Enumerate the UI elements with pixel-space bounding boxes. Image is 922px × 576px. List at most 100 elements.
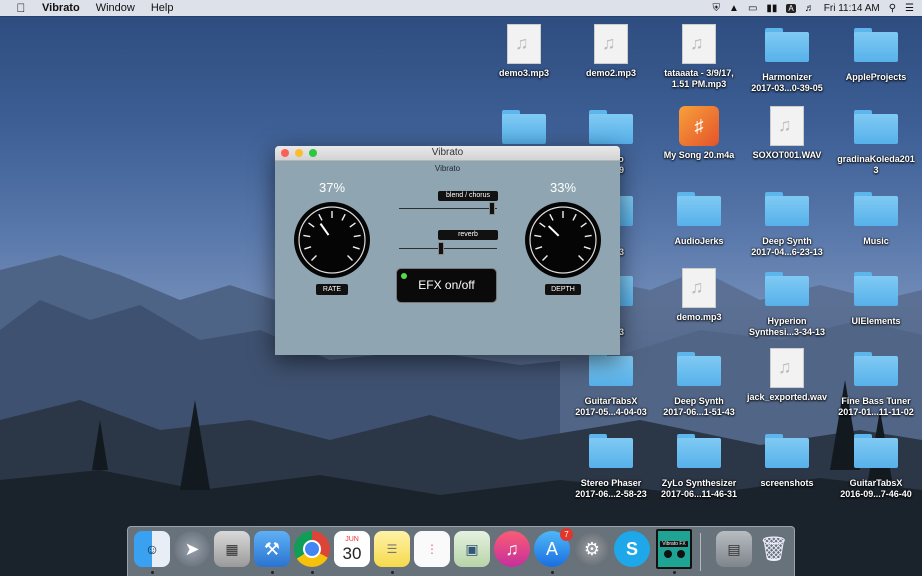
- apple-menu-icon[interactable]: : [14, 1, 28, 15]
- calendar-icon[interactable]: JUN 30: [334, 531, 370, 567]
- chrome-icon[interactable]: [294, 531, 330, 567]
- desktop-icon[interactable]: Music: [830, 188, 922, 247]
- efx-button-label: EFX on/off: [418, 278, 475, 292]
- knob-tick: [580, 222, 587, 228]
- desktop-icon[interactable]: screenshots: [741, 430, 833, 489]
- desktop-icon[interactable]: GuitarTabsX 2017-05...4-04-03: [565, 348, 657, 418]
- vibrato-app-icon[interactable]: Vibrato FX: [656, 529, 692, 569]
- reverb-slider-thumb[interactable]: [437, 242, 444, 255]
- audio-file-icon: ♫: [770, 348, 804, 388]
- airplay-icon[interactable]: ▭: [748, 3, 757, 14]
- desktop-icon-label: Stereo Phaser 2017-06...2-58-23: [575, 478, 647, 499]
- desktop-icon[interactable]: gradinaKoleda201 3: [830, 106, 922, 176]
- reverb-slider[interactable]: [399, 248, 497, 249]
- desktop-icon-label: Music: [863, 236, 889, 246]
- menu-window[interactable]: Window: [96, 2, 135, 14]
- desktop-icon[interactable]: Stereo Phaser 2017-06...2-58-23: [565, 430, 657, 500]
- knob-tick: [349, 222, 356, 228]
- trash-icon[interactable]: 🗑: [756, 531, 792, 567]
- menu-help[interactable]: Help: [151, 2, 174, 14]
- desktop-icon[interactable]: Harmonizer 2017-03...0-39-05: [741, 24, 833, 94]
- calculator-icon[interactable]: ▦: [214, 531, 250, 567]
- folder-icon: [589, 110, 633, 144]
- desktop-icon-label: screenshots: [760, 478, 814, 488]
- desktop-icon-label: GuitarTabsX 2017-05...4-04-03: [575, 396, 647, 417]
- desktop-icon[interactable]: Deep Synth 2017-06...1-51-43: [653, 348, 745, 418]
- folder-icon: [502, 110, 546, 144]
- finder-icon[interactable]: ☺: [134, 531, 170, 567]
- desktop-icon[interactable]: ♫ tataaata - 3/9/17, 1.51 PM.mp3: [653, 24, 745, 90]
- finder-running-dot: [151, 571, 154, 574]
- audio-file-icon: ♫: [682, 268, 716, 308]
- desktop-icon[interactable]: ♫ jack_exported.wav: [741, 348, 833, 403]
- wifi-icon[interactable]: ▲: [729, 3, 739, 14]
- desktop-icon[interactable]: AudioJerks: [653, 188, 745, 247]
- folder-icon: [677, 434, 721, 468]
- calendar-day: 30: [342, 543, 362, 563]
- audio-file-icon: ♫: [770, 106, 804, 146]
- vibrato-window[interactable]: Vibrato Vibrato 37% RATE 33% DEPTH blend…: [275, 146, 620, 355]
- folder-icon: [589, 352, 633, 386]
- desktop-icon[interactable]: ♫ SOXOT001.WAV: [741, 106, 833, 161]
- audio-file-icon: ♫: [507, 24, 541, 64]
- notes-icon[interactable]: ☰: [374, 531, 410, 567]
- desktop-icon[interactable]: Fine Bass Tuner 2017-01...11-11-02: [830, 348, 922, 418]
- desktop-icon-label: demo2.mp3: [585, 68, 636, 78]
- desktop-icon[interactable]: ♫ demo2.mp3: [565, 24, 657, 79]
- desktop-icon[interactable]: GuitarTabsX 2016-09...7-46-40: [830, 430, 922, 500]
- desktop-icon[interactable]: ZyLo Synthesizer 2017-06...11-46-31: [653, 430, 745, 500]
- desktop-icon-label: Hyperion Synthesi...3-34-13: [748, 316, 826, 337]
- zoom-button[interactable]: [309, 149, 317, 157]
- desktop-icon-label: My Song 20.m4a: [663, 150, 735, 160]
- xcode-icon[interactable]: ⚒: [254, 531, 290, 567]
- desktop-icon[interactable]: ♫ demo3.mp3: [478, 24, 570, 79]
- menu-app-name[interactable]: Vibrato: [42, 2, 80, 14]
- system-preferences-icon[interactable]: ⚙: [574, 531, 610, 567]
- window-titlebar[interactable]: Vibrato: [275, 146, 620, 161]
- desktop-icon-label: GuitarTabsX 2016-09...7-46-40: [840, 478, 912, 499]
- shield-icon[interactable]: ⛨: [713, 3, 721, 14]
- audio-file-icon: ♫: [594, 24, 628, 64]
- dock: ☺ ➤ ▦ ⚒ JUN 30 ☰ ⋮ ▣ ♫ A7 ⚙ S Vibrato FX…: [127, 526, 795, 576]
- desktop-icon[interactable]: UIElements: [830, 268, 922, 327]
- minimize-button[interactable]: [295, 149, 303, 157]
- blend-chorus-slider-thumb[interactable]: [489, 202, 496, 215]
- knob-tick: [583, 246, 591, 250]
- downloads-stack-icon[interactable]: ▤: [716, 531, 752, 567]
- rate-knob[interactable]: [294, 202, 370, 278]
- knob-tick: [549, 213, 554, 221]
- desktop-icon[interactable]: Hyperion Synthesi...3-34-13: [741, 268, 833, 338]
- sound-icon[interactable]: ♬: [805, 3, 815, 14]
- skype-icon[interactable]: S: [614, 531, 650, 567]
- dock-separator: [700, 533, 701, 571]
- reverb-label: reverb: [438, 230, 498, 240]
- menu-bar:  Vibrato Window Help ⛨ ▲ ▭ ▮▮ A ♬ Fri 1…: [0, 0, 922, 16]
- app-store-icon[interactable]: A7: [534, 528, 573, 567]
- xcode-running-dot: [271, 571, 274, 574]
- knob-tick: [539, 222, 546, 228]
- itunes-icon[interactable]: ♫: [494, 531, 530, 567]
- spotlight-search-icon[interactable]: ⚲: [889, 3, 896, 14]
- desktop-icon-label: Harmonizer 2017-03...0-39-05: [751, 72, 823, 93]
- desktop-icon[interactable]: ♯ My Song 20.m4a: [653, 106, 745, 161]
- notes-running-dot: [391, 571, 394, 574]
- desktop-icon[interactable]: ♫ demo.mp3: [653, 268, 745, 323]
- folder-icon: [677, 192, 721, 226]
- depth-knob[interactable]: [525, 202, 601, 278]
- close-button[interactable]: [281, 149, 289, 157]
- notification-center-icon[interactable]: ☰: [905, 3, 914, 14]
- desktop-icon-label: UIElements: [851, 316, 901, 326]
- launchpad-icon[interactable]: ➤: [174, 531, 210, 567]
- desktop-icon[interactable]: AppleProjects: [830, 24, 922, 83]
- desktop-icon[interactable]: Deep Synth 2017-04...6-23-13: [741, 188, 833, 258]
- depth-control: 33% DEPTH: [523, 180, 603, 295]
- knob-tick: [353, 234, 361, 238]
- efx-toggle-button[interactable]: EFX on/off: [396, 268, 497, 303]
- menu-clock[interactable]: Fri 11:14 AM: [824, 3, 880, 14]
- blend-chorus-slider[interactable]: [399, 208, 497, 209]
- knob-tick: [303, 234, 311, 238]
- input-source-icon[interactable]: A: [786, 3, 796, 13]
- reminders-icon[interactable]: ⋮: [414, 531, 450, 567]
- battery-icon[interactable]: ▮▮: [766, 3, 777, 14]
- preview-icon[interactable]: ▣: [454, 531, 490, 567]
